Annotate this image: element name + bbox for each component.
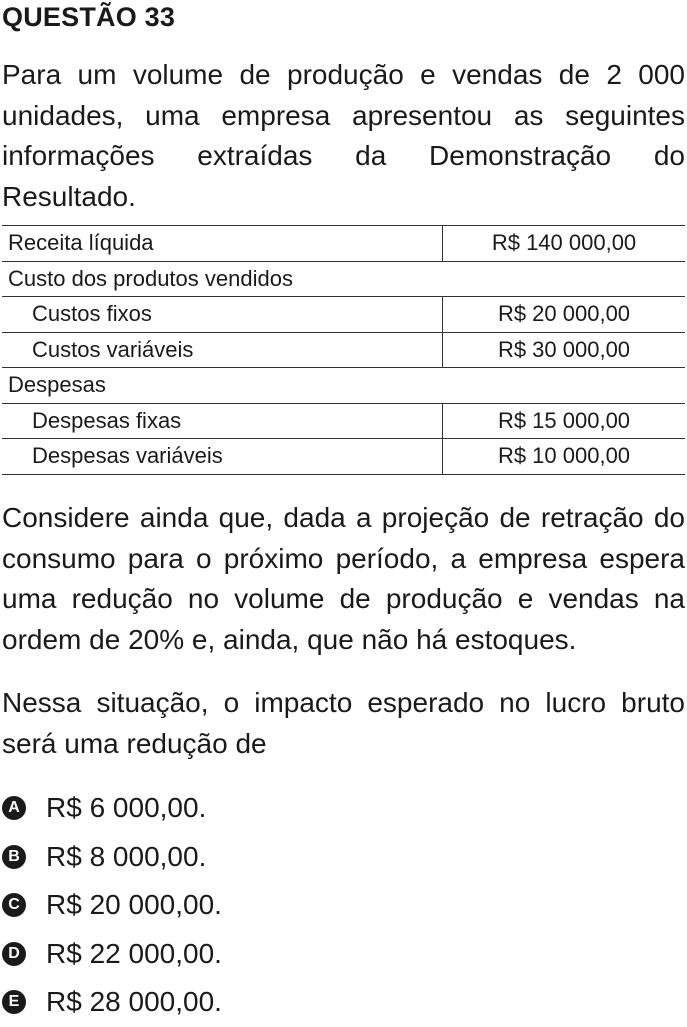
question-title: QUESTÃO 33 <box>2 2 176 32</box>
table-row-value: R$ 20 000,00 <box>442 296 685 333</box>
table-row-label: Despesas fixas <box>2 402 443 439</box>
table-row-value: R$ 15 000,00 <box>442 402 685 439</box>
option-letter-badge: B <box>2 844 26 869</box>
question-context: Considere ainda que, dada a projeção de … <box>2 502 685 655</box>
option-b[interactable]: B R$ 8 000,00. <box>0 833 222 882</box>
table-section-label: Custo dos produtos vendidos <box>2 260 685 297</box>
table-row: Despesas fixas R$ 15 000,00 <box>2 402 685 439</box>
table-section-label: Despesas <box>2 367 685 404</box>
table-row: Custos fixos R$ 20 000,00 <box>2 296 685 333</box>
option-text: R$ 20 000,00. <box>46 889 222 921</box>
option-text: R$ 6 000,00. <box>46 792 207 824</box>
question-intro: Para um volume de produção e vendas de 2… <box>2 59 685 212</box>
option-a[interactable]: A R$ 6 000,00. <box>0 784 222 833</box>
option-text: R$ 8 000,00. <box>46 840 207 872</box>
table-row-label: Receita líquida <box>2 225 443 262</box>
table-row: Despesas <box>2 367 685 404</box>
option-text: R$ 28 000,00. <box>46 986 222 1018</box>
table-row: Custos variáveis R$ 30 000,00 <box>2 331 685 368</box>
option-c[interactable]: C R$ 20 000,00. <box>0 881 222 930</box>
table-row-label: Custos fixos <box>2 296 443 333</box>
answer-options: A R$ 6 000,00. B R$ 8 000,00. C R$ 20 00… <box>0 784 222 1027</box>
option-letter-badge: A <box>2 796 26 821</box>
question-prompt: Nessa situação, o impacto esperado no lu… <box>2 687 685 759</box>
income-statement-table: Receita líquida R$ 140 000,00 Custo dos … <box>2 225 685 475</box>
table-row-label: Despesas variáveis <box>2 438 443 475</box>
option-letter-badge: C <box>2 893 26 918</box>
table-row: Despesas variáveis R$ 10 000,00 <box>2 438 685 475</box>
table-row: Custo dos produtos vendidos <box>2 260 685 297</box>
table-row-value: R$ 140 000,00 <box>442 225 685 262</box>
table-row: Receita líquida R$ 140 000,00 <box>2 225 685 262</box>
table-row-label: Custos variáveis <box>2 331 443 368</box>
table-row-value: R$ 30 000,00 <box>442 331 685 368</box>
option-text: R$ 22 000,00. <box>46 937 222 969</box>
option-e[interactable]: E R$ 28 000,00. <box>0 978 222 1027</box>
option-d[interactable]: D R$ 22 000,00. <box>0 930 222 979</box>
option-letter-badge: D <box>2 941 26 966</box>
table-row-value: R$ 10 000,00 <box>442 438 685 475</box>
option-letter-badge: E <box>2 990 26 1015</box>
